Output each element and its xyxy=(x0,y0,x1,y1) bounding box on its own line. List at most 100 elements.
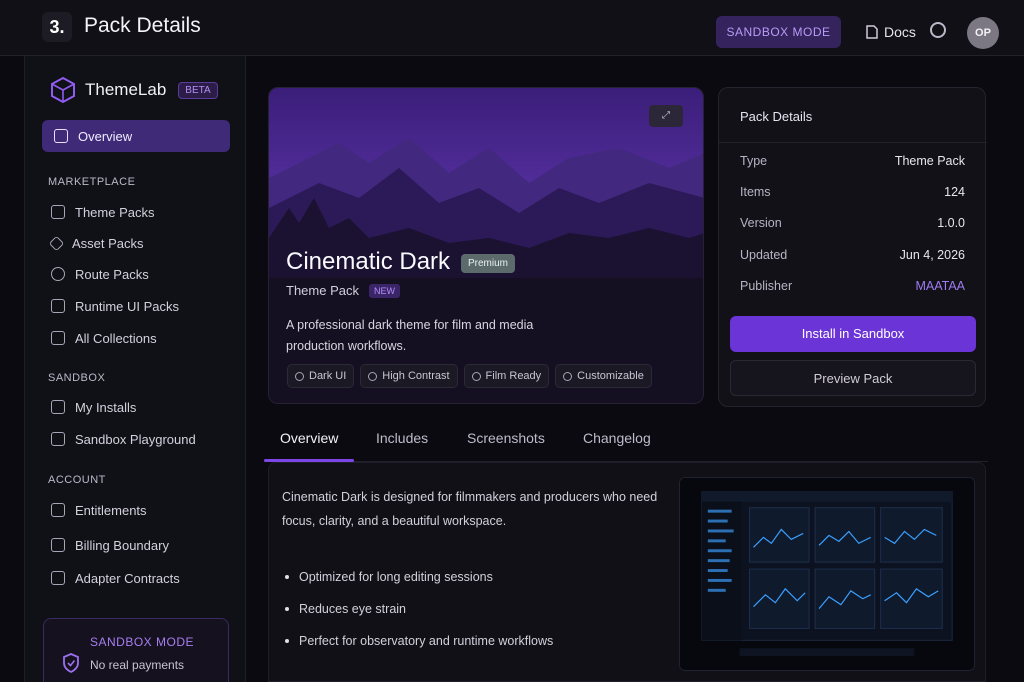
tag-label: Dark UI xyxy=(309,370,347,382)
tag-customizable[interactable]: Customizable xyxy=(555,364,652,388)
sidebar-item-label: Asset Packs xyxy=(72,235,144,251)
tab-changelog[interactable]: Changelog xyxy=(583,430,651,446)
sidebar: ThemeLab BETA Overview MARKETPLACE Theme… xyxy=(24,56,246,682)
billing-icon xyxy=(51,538,65,552)
top-bar: 3. Pack Details SANDBOX MODE Docs OP xyxy=(0,0,1024,56)
section-marketplace: MARKETPLACE xyxy=(48,176,136,188)
detail-value: 124 xyxy=(944,185,965,199)
feature-list: Optimized for long editing sessions Redu… xyxy=(285,561,553,657)
sidebar-item-label: My Installs xyxy=(75,399,137,415)
sandbox-mode-card: SANDBOX MODE No real payments xyxy=(43,618,229,682)
overview-panel: Cinematic Dark is designed for filmmaker… xyxy=(268,462,986,682)
detail-value: 1.0.0 xyxy=(937,216,965,230)
publisher-link[interactable]: MAATAA xyxy=(915,279,965,293)
home-icon xyxy=(54,129,68,143)
tag-label: Customizable xyxy=(577,370,644,382)
sidebar-item-sandbox-playground[interactable]: Sandbox Playground xyxy=(51,429,196,449)
install-in-sandbox-button[interactable]: Install in Sandbox xyxy=(730,316,976,352)
sandbox-card-text: No real payments xyxy=(90,658,185,672)
detail-row-type: Type Theme Pack xyxy=(740,154,965,172)
list-item: Perfect for observatory and runtime work… xyxy=(285,625,553,657)
tag-list: Dark UI High Contrast Film Ready Customi… xyxy=(287,364,652,388)
list-item: Reduces eye strain xyxy=(285,593,553,625)
grid-icon xyxy=(51,331,65,345)
section-account: ACCOUNT xyxy=(48,474,106,486)
tag-icon xyxy=(563,371,573,381)
detail-label: Publisher xyxy=(740,279,793,293)
tag-dark-ui[interactable]: Dark UI xyxy=(287,364,355,388)
detail-label: Items xyxy=(740,185,771,199)
detail-label: Type xyxy=(740,154,768,168)
diamond-icon xyxy=(48,235,65,251)
detail-value: Theme Pack xyxy=(894,154,965,168)
sandbox-card-title: SANDBOX MODE xyxy=(90,635,195,649)
sidebar-item-route-packs[interactable]: Route Packs xyxy=(51,264,149,284)
route-icon xyxy=(51,267,65,281)
sidebar-item-runtime-ui-packs[interactable]: Runtime UI Packs xyxy=(51,296,179,316)
sandbox-mode-badge[interactable]: SANDBOX MODE xyxy=(716,16,841,48)
detail-label: Version xyxy=(740,216,782,230)
sidebar-item-label: Overview xyxy=(78,128,133,144)
tag-icon xyxy=(471,371,481,381)
play-icon xyxy=(51,432,65,446)
premium-badge: Premium xyxy=(461,254,516,273)
docs-label: Docs xyxy=(884,24,916,40)
tab-includes[interactable]: Includes xyxy=(376,430,428,446)
sidebar-item-asset-packs[interactable]: Asset Packs xyxy=(48,233,144,253)
detail-row-updated: Updated Jun 4, 2026 xyxy=(740,248,965,266)
dashboard-preview-image[interactable] xyxy=(679,477,975,671)
sidebar-item-label: Theme Packs xyxy=(75,204,155,220)
brand[interactable]: ThemeLab BETA xyxy=(49,76,218,104)
expand-icon[interactable]: ⤢ xyxy=(649,105,683,127)
section-sandbox: SANDBOX xyxy=(48,372,106,384)
pack-hero-card: ⤢ Cinematic Dark Premium Theme Pack NEW … xyxy=(268,87,704,404)
tab-screenshots[interactable]: Screenshots xyxy=(467,430,545,446)
sidebar-item-adapter-contracts[interactable]: Adapter Contracts xyxy=(51,568,180,588)
download-icon xyxy=(51,400,65,414)
sidebar-item-label: Route Packs xyxy=(75,266,149,282)
docs-link[interactable]: Docs xyxy=(866,22,916,42)
sidebar-item-all-collections[interactable]: All Collections xyxy=(51,328,157,348)
tag-icon xyxy=(295,371,304,381)
pack-description: A professional dark theme for film and m… xyxy=(286,318,534,353)
step-number: 3. xyxy=(42,12,72,42)
preview-pack-button[interactable]: Preview Pack xyxy=(730,360,976,396)
help-icon[interactable] xyxy=(930,22,946,38)
detail-label: Updated xyxy=(740,248,788,262)
palette-icon xyxy=(51,205,65,219)
detail-row-version: Version 1.0.0 xyxy=(740,216,965,234)
shield-icon xyxy=(63,653,79,673)
pack-subtitle: Theme Pack NEW xyxy=(286,283,400,298)
details-title: Pack Details xyxy=(740,109,813,124)
brand-name: ThemeLab xyxy=(85,80,167,99)
sidebar-item-label: Runtime UI Packs xyxy=(75,298,180,314)
divider xyxy=(719,142,987,143)
document-icon xyxy=(866,25,878,39)
tag-high-contrast[interactable]: High Contrast xyxy=(360,364,458,388)
new-badge: NEW xyxy=(368,283,400,298)
detail-row-publisher: Publisher MAATAA xyxy=(740,279,965,297)
tag-film-ready[interactable]: Film Ready xyxy=(463,364,550,388)
tag-icon xyxy=(368,371,378,381)
sidebar-item-label: All Collections xyxy=(75,330,157,346)
beta-badge: BETA xyxy=(178,81,218,99)
tag-label: High Contrast xyxy=(382,370,450,382)
pack-details-panel: Pack Details Type Theme Pack Items 124 Ver… xyxy=(718,87,987,407)
tab-overview[interactable]: Overview xyxy=(280,430,338,446)
sidebar-item-billing-boundary[interactable]: Billing Boundary xyxy=(51,535,169,555)
tag-label: Film Ready xyxy=(485,370,542,382)
sidebar-item-label: Sandbox Playground xyxy=(75,431,196,447)
sidebar-item-theme-packs[interactable]: Theme Packs xyxy=(51,202,154,222)
detail-value: Jun 4, 2026 xyxy=(899,248,965,262)
tab-bar: Overview Includes Screenshots Changelog xyxy=(264,420,988,462)
pack-type: Theme Pack xyxy=(286,283,359,298)
window-icon xyxy=(51,299,65,313)
list-item: Optimized for long editing sessions xyxy=(285,561,553,593)
sidebar-item-overview[interactable]: Overview xyxy=(42,120,230,152)
sidebar-item-entitlements[interactable]: Entitlements xyxy=(51,500,147,520)
sidebar-item-my-installs[interactable]: My Installs xyxy=(51,397,136,417)
avatar[interactable]: OP xyxy=(967,17,999,49)
contract-icon xyxy=(51,571,65,585)
pack-title: Cinematic Dark xyxy=(286,248,451,275)
overview-text: Cinematic Dark is designed for filmmaker… xyxy=(282,490,658,528)
